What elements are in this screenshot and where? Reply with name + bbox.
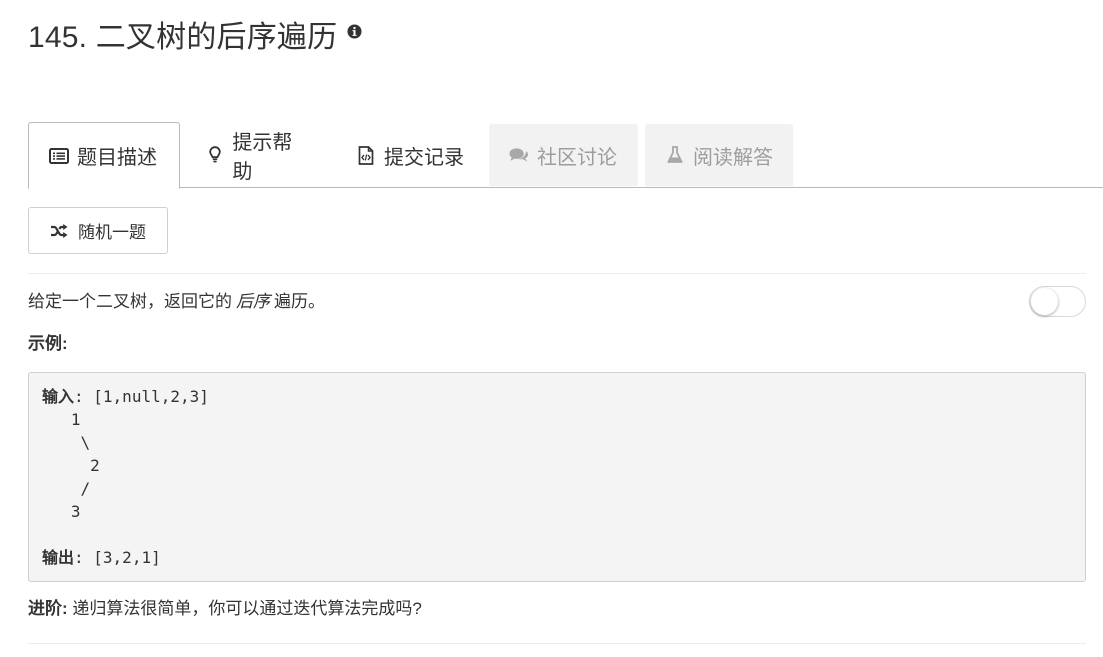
description-text: 给定一个二叉树，返回它的 xyxy=(28,292,232,311)
example-label: 示例: xyxy=(28,334,68,353)
tree-line: \ xyxy=(42,433,91,452)
problem-tabs: 题目描述 提示帮助 提交记录 社区讨论 阅读解答 xyxy=(28,122,1103,189)
divider xyxy=(28,273,1086,274)
output-value: : [3,2,1] xyxy=(74,548,161,567)
random-button-label: 随机一题 xyxy=(78,223,146,242)
example-input-line: 输入: [1,null,2,3] xyxy=(42,385,1072,408)
follow-up-text: 递归算法很简单，你可以通过迭代算法完成吗? xyxy=(67,599,422,618)
title-row: 145. 二叉树的后序遍历 xyxy=(28,18,362,58)
description-emphasis: 后序 xyxy=(236,292,270,311)
lightbulb-icon xyxy=(205,145,224,165)
tab-hints[interactable]: 提示帮助 xyxy=(185,122,330,188)
tab-solution: 阅读解答 xyxy=(645,124,793,186)
file-code-icon xyxy=(356,145,376,165)
follow-up-note: 进阶: 递归算法很简单，你可以通过迭代算法完成吗? xyxy=(28,597,422,621)
random-problem-button[interactable]: 随机一题 xyxy=(28,207,168,254)
comments-icon xyxy=(509,145,529,165)
page-title: 145. 二叉树的后序遍历 xyxy=(28,21,338,54)
tree-line: / xyxy=(42,479,91,498)
tab-discuss: 社区讨论 xyxy=(489,124,638,186)
tab-label: 社区讨论 xyxy=(537,146,617,169)
output-label: 输出 xyxy=(42,550,75,567)
follow-up-label: 进阶: xyxy=(28,599,68,618)
tab-label: 题目描述 xyxy=(77,147,157,169)
tree-line: 2 xyxy=(42,456,100,475)
flask-icon xyxy=(665,145,685,165)
tab-label: 提示帮助 xyxy=(232,132,293,183)
tree-line: 1 xyxy=(42,410,81,429)
tab-label: 提交记录 xyxy=(384,146,464,169)
problem-description: 给定一个二叉树，返回它的 后序 遍历。 xyxy=(28,290,325,314)
tab-label: 阅读解答 xyxy=(693,146,773,169)
tree-line: 3 xyxy=(42,502,81,521)
input-value: : [1,null,2,3] xyxy=(74,387,209,406)
input-label: 输入 xyxy=(42,389,75,406)
toggle-knob xyxy=(1031,288,1058,315)
info-circle-icon[interactable] xyxy=(347,24,362,39)
tab-submissions[interactable]: 提交记录 xyxy=(336,122,491,188)
example-code-block: 输入: [1,null,2,3] 1 \ 2 / 3 输出: [3,2,1] xyxy=(28,372,1086,582)
example-output-line: 输出: [3,2,1] xyxy=(42,546,1072,569)
description-text-end: 遍历。 xyxy=(274,292,325,311)
tab-description[interactable]: 题目描述 xyxy=(28,122,180,189)
toggle-switch[interactable] xyxy=(1029,286,1086,317)
random-icon xyxy=(50,223,68,238)
list-alt-icon xyxy=(49,146,69,166)
divider xyxy=(28,643,1086,644)
